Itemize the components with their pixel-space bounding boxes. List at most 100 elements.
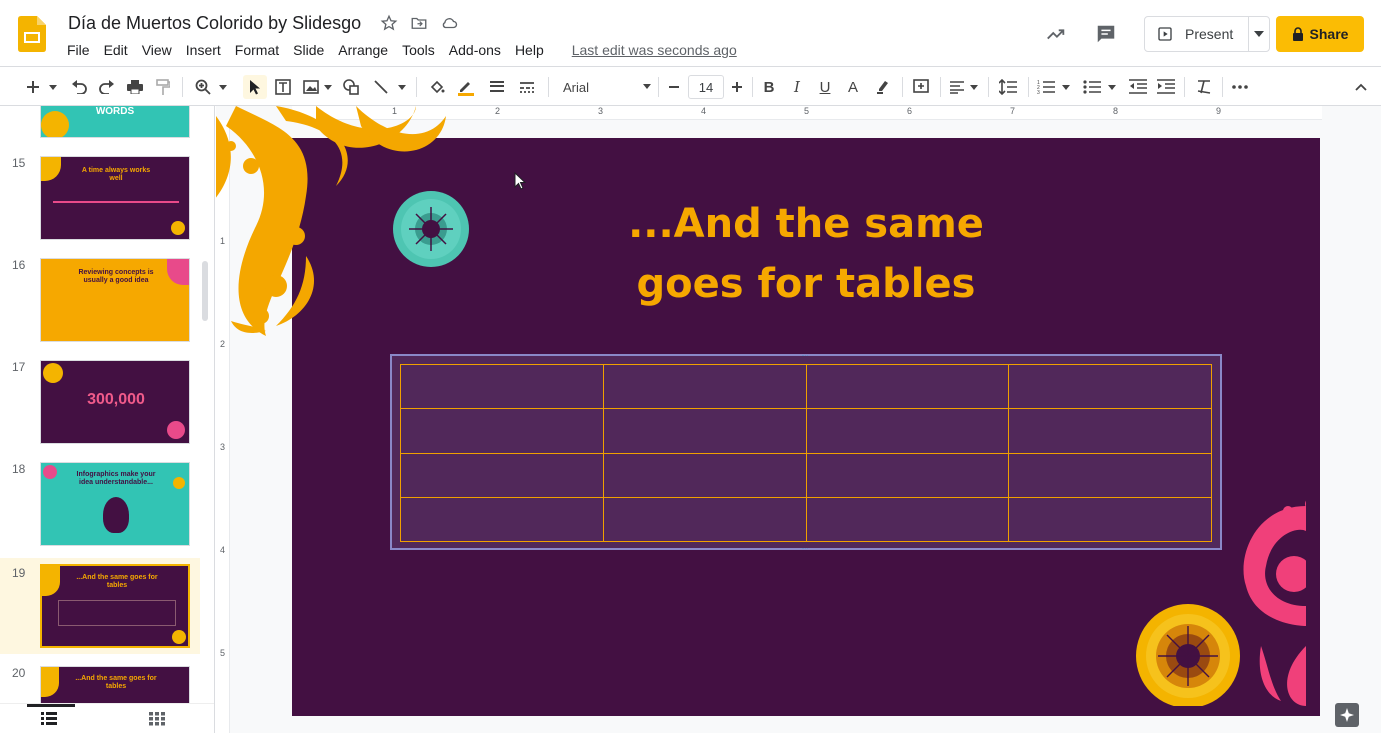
line-dropdown-icon[interactable] <box>396 75 408 99</box>
horizontal-ruler[interactable]: 1 2 3 4 5 6 7 8 9 <box>292 106 1322 120</box>
table-cell[interactable] <box>1008 496 1212 543</box>
filmstrip-item[interactable]: 18 Infographics make your idea understan… <box>0 460 200 556</box>
border-dash-icon[interactable] <box>516 75 538 99</box>
table-cell[interactable] <box>602 452 807 498</box>
table-cell[interactable] <box>400 452 604 498</box>
underline-icon[interactable]: U <box>814 75 836 99</box>
bulleted-list-dropdown-icon[interactable] <box>1106 75 1118 99</box>
decrease-indent-icon[interactable] <box>1126 75 1150 99</box>
slide-thumbnail[interactable]: 300,000 <box>40 360 190 444</box>
shape-icon[interactable] <box>340 75 362 99</box>
zoom-dropdown-icon[interactable] <box>216 75 230 99</box>
increase-indent-icon[interactable] <box>1154 75 1178 99</box>
filmstrip-item[interactable]: 16 Reviewing concepts is usually a good … <box>0 256 200 352</box>
slide-canvas[interactable]: 1 2 3 4 5 6 7 8 9 1 2 3 4 5 ...And the s… <box>216 106 1381 733</box>
more-options-icon[interactable] <box>1228 75 1252 99</box>
comments-icon[interactable] <box>1094 22 1118 46</box>
table-cell[interactable] <box>400 496 604 543</box>
menu-insert[interactable]: Insert <box>179 41 228 59</box>
border-color-icon[interactable] <box>454 75 478 99</box>
insert-link-icon[interactable] <box>910 75 932 99</box>
slide-title[interactable]: ...And the same goes for tables <box>562 194 1050 314</box>
slide-thumbnail[interactable]: A time always works well <box>40 156 190 240</box>
redo-icon[interactable] <box>96 75 118 99</box>
menu-tools[interactable]: Tools <box>395 41 442 59</box>
line-spacing-icon[interactable] <box>996 75 1020 99</box>
menu-edit[interactable]: Edit <box>97 41 135 59</box>
slide-thumbnail[interactable]: Infographics make your idea understandab… <box>40 462 190 546</box>
align-dropdown-icon[interactable] <box>968 75 980 99</box>
activity-icon[interactable] <box>1044 22 1068 46</box>
menu-file[interactable]: File <box>60 41 97 59</box>
menu-addons[interactable]: Add-ons <box>442 41 508 59</box>
increase-font-size-icon[interactable] <box>728 75 746 99</box>
resize-handle-top[interactable] <box>802 355 808 358</box>
table-cell[interactable] <box>602 363 807 410</box>
table-cell[interactable] <box>1008 452 1212 498</box>
undo-icon[interactable] <box>68 75 90 99</box>
bulleted-list-icon[interactable] <box>1080 75 1104 99</box>
present-main[interactable]: Present <box>1145 17 1249 51</box>
grid-view-icon[interactable] <box>149 712 165 726</box>
table-cell[interactable] <box>805 452 1010 498</box>
zoom-icon[interactable] <box>192 75 214 99</box>
present-dropdown-icon[interactable] <box>1249 31 1269 37</box>
slide-thumbnail[interactable]: Reviewing concepts is usually a good ide… <box>40 258 190 342</box>
table-cell[interactable] <box>805 496 1010 543</box>
select-tool-icon[interactable] <box>243 75 267 99</box>
new-slide-icon[interactable] <box>22 75 44 99</box>
filmstrip-scrollbar[interactable] <box>202 261 208 321</box>
font-family-select[interactable]: Arial <box>557 75 653 99</box>
move-folder-icon[interactable] <box>410 14 428 32</box>
menu-slide[interactable]: Slide <box>286 41 331 59</box>
border-weight-icon[interactable] <box>486 75 508 99</box>
filmstrip-item[interactable]: 15 A time always works well <box>0 154 200 250</box>
slide-thumbnail[interactable]: WORDS <box>40 106 190 138</box>
slide-table[interactable] <box>400 363 1212 543</box>
resize-handle-bottom[interactable] <box>802 548 808 551</box>
collapse-menus-icon[interactable] <box>1350 75 1372 99</box>
bold-icon[interactable]: B <box>758 75 780 99</box>
table-cell[interactable] <box>602 496 807 543</box>
fill-color-icon[interactable] <box>426 75 448 99</box>
image-dropdown-icon[interactable] <box>322 75 334 99</box>
image-icon[interactable] <box>300 75 322 99</box>
menu-help[interactable]: Help <box>508 41 551 59</box>
decrease-font-size-icon[interactable] <box>665 75 683 99</box>
table-cell[interactable] <box>805 408 1010 454</box>
table-cell[interactable] <box>1008 363 1212 410</box>
slide[interactable]: ...And the same goes for tables <box>292 138 1320 716</box>
numbered-list-icon[interactable]: 123 <box>1034 75 1058 99</box>
clear-formatting-icon[interactable] <box>1192 75 1216 99</box>
filmstrip-item[interactable]: 17 300,000 <box>0 358 200 454</box>
print-icon[interactable] <box>124 75 146 99</box>
document-title[interactable]: Día de Muertos Colorido by Slidesgo <box>68 13 361 34</box>
paint-format-icon[interactable] <box>152 75 174 99</box>
filmstrip-item[interactable]: WORDS <box>0 106 200 150</box>
vertical-ruler[interactable]: 1 2 3 4 5 <box>216 120 230 733</box>
table-cell[interactable] <box>1008 408 1212 454</box>
last-edit-link[interactable]: Last edit was seconds ago <box>565 41 744 59</box>
slides-logo-icon[interactable] <box>18 16 46 52</box>
table-cell[interactable] <box>602 408 807 454</box>
filmstrip-item-active[interactable]: 19 ...And the same goes for tables <box>0 558 200 654</box>
menu-format[interactable]: Format <box>228 41 286 59</box>
new-slide-dropdown-icon[interactable] <box>46 75 60 99</box>
selected-table[interactable] <box>390 354 1222 550</box>
table-cell[interactable] <box>805 363 1010 410</box>
table-cell[interactable] <box>400 363 604 410</box>
present-button[interactable]: Present <box>1144 16 1270 52</box>
table-cell[interactable] <box>400 408 604 454</box>
share-button[interactable]: Share <box>1276 16 1364 52</box>
font-size-input[interactable]: 14 <box>688 75 724 99</box>
menu-view[interactable]: View <box>135 41 179 59</box>
line-icon[interactable] <box>370 75 392 99</box>
numbered-list-dropdown-icon[interactable] <box>1060 75 1072 99</box>
align-icon[interactable] <box>946 75 968 99</box>
cloud-saved-icon[interactable] <box>440 14 458 32</box>
highlight-color-icon[interactable] <box>872 75 894 99</box>
explore-icon[interactable] <box>1335 703 1359 727</box>
menu-arrange[interactable]: Arrange <box>331 41 395 59</box>
slide-thumbnail-active[interactable]: ...And the same goes for tables <box>40 564 190 648</box>
star-icon[interactable] <box>380 14 398 32</box>
